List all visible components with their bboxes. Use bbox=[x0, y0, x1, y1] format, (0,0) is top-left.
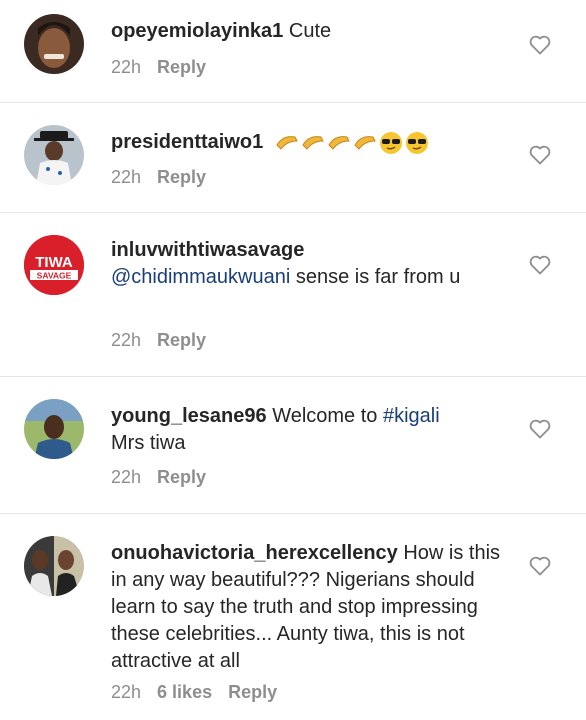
hashtag-link[interactable]: #kigali bbox=[383, 405, 440, 427]
sunglasses-emoji bbox=[379, 131, 402, 154]
comment-username[interactable]: opeyemiolayinka1 bbox=[111, 20, 283, 42]
avatar[interactable] bbox=[24, 125, 84, 185]
comment-timestamp: 22h bbox=[111, 682, 142, 702]
heart-icon[interactable] bbox=[528, 143, 552, 167]
comment-username[interactable]: onuohavictoria_herexcellency bbox=[111, 542, 398, 564]
comment-meta: 22h Reply bbox=[111, 167, 206, 188]
comment-text: young_lesane96 Welcome to #kigali Mrs ti… bbox=[111, 403, 506, 457]
comment-text: inluvwithtiwasavage @chidimmaukwuani sen… bbox=[111, 237, 506, 291]
comment-meta: 22h 6 likes Reply bbox=[111, 682, 277, 703]
clap-emoji bbox=[276, 135, 298, 150]
comment-username[interactable]: inluvwithtiwasavage bbox=[111, 239, 304, 261]
comment-username[interactable]: young_lesane96 bbox=[111, 405, 267, 427]
avatar[interactable] bbox=[24, 14, 84, 74]
comment-username[interactable]: presidenttaiwo1 bbox=[111, 131, 263, 153]
avatar[interactable] bbox=[24, 536, 84, 596]
svg-text:TIWA: TIWA bbox=[35, 254, 73, 271]
comment-item: onuohavictoria_herexcellency How is this… bbox=[0, 514, 586, 720]
comment-text: presidenttaiwo1 bbox=[111, 129, 506, 156]
comment-text: onuohavictoria_herexcellency How is this… bbox=[111, 540, 506, 675]
reply-button[interactable]: Reply bbox=[157, 57, 206, 78]
comment-timestamp: 22h bbox=[111, 330, 142, 350]
avatar[interactable] bbox=[24, 399, 84, 459]
comment-timestamp: 22h bbox=[111, 167, 142, 187]
clap-emoji bbox=[328, 135, 350, 150]
heart-icon[interactable] bbox=[528, 33, 552, 57]
comment-item: TIWA SAVAGE inluvwithtiwasavage @chidimm… bbox=[0, 213, 586, 377]
sunglasses-emoji bbox=[405, 131, 428, 154]
avatar[interactable]: TIWA SAVAGE bbox=[24, 235, 84, 295]
mention-link[interactable]: @chidimmaukwuani bbox=[111, 266, 290, 288]
reply-button[interactable]: Reply bbox=[157, 167, 206, 188]
comment-timestamp: 22h bbox=[111, 467, 142, 487]
clap-emoji bbox=[354, 135, 376, 150]
comment-meta: 22h Reply bbox=[111, 330, 206, 351]
heart-icon[interactable] bbox=[528, 253, 552, 277]
reply-button[interactable]: Reply bbox=[228, 682, 277, 703]
svg-text:SAVAGE: SAVAGE bbox=[37, 271, 72, 281]
heart-icon[interactable] bbox=[528, 554, 552, 578]
comment-body: sense is far from u bbox=[295, 266, 461, 288]
comment-item: presidenttaiwo1 22h Reply bbox=[0, 103, 586, 212]
comment-meta: 22h Reply bbox=[111, 467, 206, 488]
comment-text: opeyemiolayinka1 Cute bbox=[111, 18, 506, 45]
comment-item: opeyemiolayinka1 Cute 22h Reply bbox=[0, 0, 586, 102]
reply-button[interactable]: Reply bbox=[157, 467, 206, 488]
comment-meta: 22h Reply bbox=[111, 57, 206, 78]
comment-body: Cute bbox=[288, 20, 332, 42]
reply-button[interactable]: Reply bbox=[157, 330, 206, 351]
likes-count[interactable]: 6 likes bbox=[157, 682, 212, 703]
heart-icon[interactable] bbox=[528, 417, 552, 441]
comment-timestamp: 22h bbox=[111, 57, 142, 77]
emoji-group bbox=[275, 131, 429, 155]
tiwa-savage-logo: TIWA SAVAGE bbox=[24, 235, 84, 295]
comment-body: Mrs tiwa bbox=[111, 432, 186, 454]
comment-body: Welcome to bbox=[272, 405, 378, 427]
comment-item: young_lesane96 Welcome to #kigali Mrs ti… bbox=[0, 377, 586, 514]
clap-emoji bbox=[302, 135, 324, 150]
